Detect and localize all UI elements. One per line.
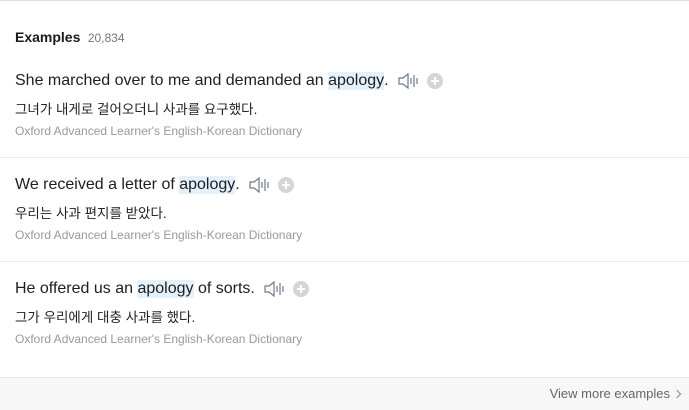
sentence-text: We received a letter of [15, 176, 180, 193]
example-sentence: We received a letter of apology. [15, 176, 294, 194]
chevron-right-icon [672, 389, 682, 398]
highlighted-term[interactable]: apology [137, 280, 194, 298]
view-more-label: View more examples [549, 386, 670, 401]
speaker-icon[interactable] [263, 280, 285, 298]
examples-count: 20,834 [87, 31, 125, 45]
top-divider [0, 0, 689, 1]
example-source: Oxford Advanced Learner's English-Korean… [15, 332, 303, 346]
add-to-wordbook-icon[interactable] [277, 177, 294, 193]
example-source: Oxford Advanced Learner's English-Korean… [15, 228, 303, 242]
examples-header: Examples 20,834 [15, 29, 125, 47]
example-source: Oxford Advanced Learner's English-Korean… [15, 124, 303, 138]
sentence-text-end: . [384, 72, 389, 89]
sentence-text-end: . [235, 176, 240, 193]
sentence-text-end: of sorts. [193, 280, 255, 297]
view-more-examples-link[interactable]: View more examples [549, 386, 682, 401]
highlighted-term[interactable]: apology [179, 176, 236, 194]
speaker-icon[interactable] [248, 176, 270, 194]
sentence-text: He offered us an [15, 280, 138, 297]
korean-translation: 그가 우리에게 대충 사과를 했다. [15, 310, 196, 325]
example-divider [0, 157, 689, 158]
korean-translation: 그녀가 내게로 걸어오더니 사과를 요구했다. [15, 102, 258, 117]
sentence-text: She marched over to me and demanded an [15, 72, 329, 89]
examples-title: Examples [15, 29, 81, 45]
korean-translation: 우리는 사과 편지를 받았다. [15, 206, 167, 221]
example-sentence: He offered us an apology of sorts. [15, 280, 309, 298]
highlighted-term[interactable]: apology [328, 72, 385, 90]
example-divider [0, 261, 689, 262]
add-to-wordbook-icon[interactable] [292, 281, 309, 297]
add-to-wordbook-icon[interactable] [426, 73, 443, 89]
example-sentence: She marched over to me and demanded an a… [15, 72, 443, 90]
speaker-icon[interactable] [397, 72, 419, 90]
